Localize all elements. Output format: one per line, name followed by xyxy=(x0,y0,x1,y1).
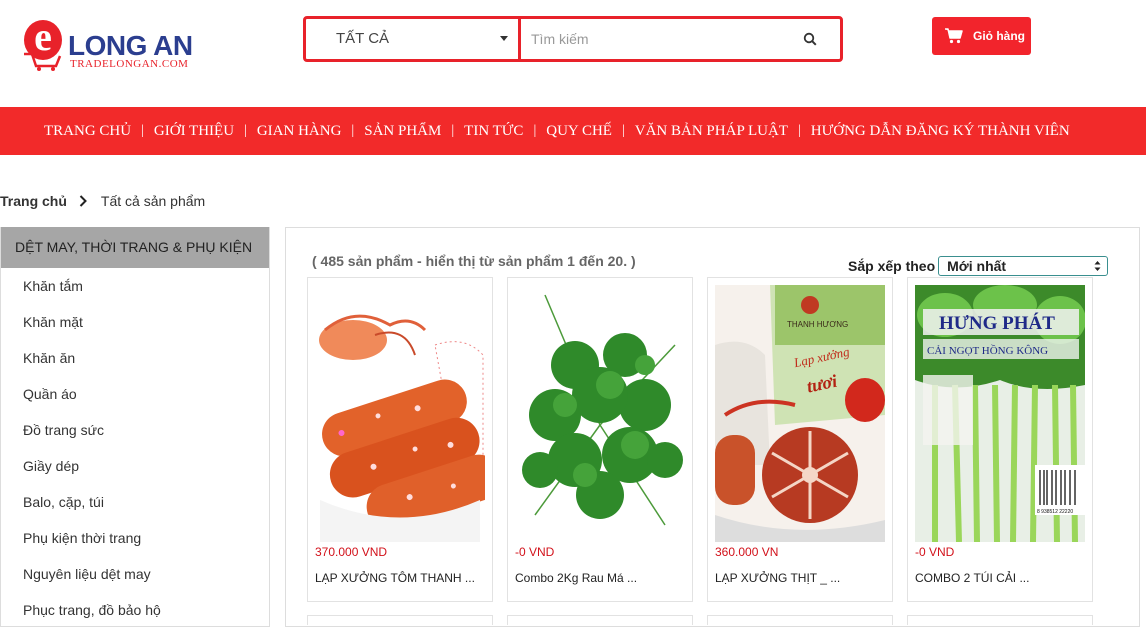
product-price: 360.000 VN xyxy=(715,545,779,559)
product-image-sausage-shrimp[interactable] xyxy=(315,285,485,542)
sidebar-item-bath-towels[interactable]: Khăn tắm xyxy=(1,268,269,304)
sidebar-item-shoes[interactable]: Giầy dép xyxy=(1,448,269,484)
logo-cart-icon xyxy=(24,52,62,71)
barcode-number-text: 8 938512 22220 xyxy=(1037,509,1073,515)
pack-brand-text: THANH HƯƠNG xyxy=(787,320,848,329)
product-card[interactable]: HƯNG PHÁT CẢI NGỌT HỒNG KÔNG 8 938512 22… xyxy=(907,277,1093,602)
product-name[interactable]: LẠP XƯỞNG THỊT _ ... xyxy=(715,571,840,585)
nav-separator: | xyxy=(533,123,537,138)
nav-item-registration-guide[interactable]: HƯỚNG DẪN ĐĂNG KÝ THÀNH VIÊN xyxy=(811,123,1070,140)
nav-item-home[interactable]: TRANG CHỦ xyxy=(44,123,131,140)
search-category-value: TẤT CẢ xyxy=(336,30,390,47)
breadcrumb-current: Tất cả sản phẩm xyxy=(100,193,206,209)
product-name[interactable]: COMBO 2 TÚI CẢI ... xyxy=(915,571,1029,585)
select-arrows-icon xyxy=(1094,261,1101,271)
product-card-partial[interactable] xyxy=(507,615,693,625)
nav-separator: | xyxy=(451,123,455,138)
search-icon xyxy=(803,32,817,46)
product-price: -0 VND xyxy=(915,545,955,559)
sidebar-item-napkins[interactable]: Khăn ăn xyxy=(1,340,269,376)
sausage-image-icon xyxy=(315,285,485,542)
sidebar-item-jewelry[interactable]: Đồ trang sức xyxy=(1,412,269,448)
category-sidebar: DỆT MAY, THỜI TRANG & PHỤ KIỆN Khăn tắm … xyxy=(0,227,270,627)
nav-separator: | xyxy=(621,123,625,138)
product-image-sausage-pack[interactable]: THANH HƯƠNG Lạp xưởng tươi xyxy=(715,285,885,542)
nav-separator: | xyxy=(351,123,355,138)
nav-item-news[interactable]: TIN TỨC xyxy=(464,123,523,140)
cart-button[interactable]: Giỏ hàng xyxy=(932,17,1031,55)
nav-item-stores[interactable]: GIAN HÀNG xyxy=(257,123,342,140)
sidebar-item-textile-materials[interactable]: Nguyên liệu dệt may xyxy=(1,556,269,592)
breadcrumb-home[interactable]: Trang chủ xyxy=(0,193,67,209)
bag-product-text: CẢI NGỌT HỒNG KÔNG xyxy=(927,344,1048,357)
site-header: e LONG AN TRADELONGAN.COM TẤT CẢ Giỏ hàn… xyxy=(0,0,1146,107)
product-card[interactable]: 370.000 VND LẠP XƯỞNG TÔM THANH ... xyxy=(307,277,493,602)
search-input[interactable] xyxy=(521,19,780,59)
chevron-right-icon xyxy=(79,195,87,207)
sort-control: Sắp xếp theo Mới nhất xyxy=(848,256,1109,276)
caret-down-icon xyxy=(500,36,508,41)
site-logo[interactable]: e LONG AN TRADELONGAN.COM xyxy=(22,17,202,72)
search-bar: TẤT CẢ xyxy=(303,16,843,62)
product-card[interactable]: THANH HƯƠNG Lạp xưởng tươi 360.000 VN LẠ… xyxy=(707,277,893,602)
sort-label: Sắp xếp theo xyxy=(848,258,936,274)
nav-item-regulations[interactable]: QUY CHẾ xyxy=(546,123,612,140)
nav-item-products[interactable]: SẢN PHẨM xyxy=(364,123,441,140)
product-card-partial[interactable] xyxy=(907,615,1093,625)
product-name[interactable]: Combo 2Kg Rau Má ... xyxy=(515,571,637,585)
bag-brand-text: HƯNG PHÁT xyxy=(939,312,1055,334)
product-price: 370.000 VND xyxy=(315,545,388,559)
sort-value: Mới nhất xyxy=(947,258,1007,274)
sidebar-item-fashion-accessories[interactable]: Phụ kiện thời trang xyxy=(1,520,269,556)
result-count: ( 485 sản phẩm - hiển thị từ sản phẩm 1 … xyxy=(312,253,636,269)
product-card-partial[interactable] xyxy=(707,615,893,625)
greens-image-icon xyxy=(515,285,685,542)
search-button[interactable] xyxy=(780,19,840,59)
product-card-partial[interactable] xyxy=(307,615,493,625)
product-listing: ( 485 sản phẩm - hiển thị từ sản phẩm 1 … xyxy=(285,227,1140,627)
sidebar-list: Khăn tắm Khăn mặt Khăn ăn Quần áo Đồ tra… xyxy=(1,268,269,628)
sort-select[interactable]: Mới nhất xyxy=(938,256,1109,276)
nav-separator: | xyxy=(797,123,801,138)
product-name[interactable]: LẠP XƯỞNG TÔM THANH ... xyxy=(315,571,475,585)
product-image-pennywort-greens[interactable] xyxy=(515,285,685,542)
sausage-pack-image-icon: THANH HƯƠNG Lạp xưởng tươi xyxy=(715,285,885,542)
product-card[interactable]: -0 VND Combo 2Kg Rau Má ... xyxy=(507,277,693,602)
breadcrumb: Trang chủ Tất cả sản phẩm xyxy=(0,192,205,210)
choy-sum-image-icon: HƯNG PHÁT CẢI NGỌT HỒNG KÔNG 8 938512 22… xyxy=(915,285,1085,542)
product-image-choy-sum-bag[interactable]: HƯNG PHÁT CẢI NGỌT HỒNG KÔNG 8 938512 22… xyxy=(915,285,1085,542)
nav-item-legal-documents[interactable]: VĂN BẢN PHÁP LUẬT xyxy=(635,123,788,140)
shopping-cart-icon xyxy=(945,28,963,44)
nav-separator: | xyxy=(244,123,247,138)
sidebar-item-protective-wear[interactable]: Phục trang, đồ bảo hộ xyxy=(1,592,269,628)
logo-subtitle: TRADELONGAN.COM xyxy=(70,58,189,70)
main-nav: TRANG CHỦ | GIỚI THIỆU | GIAN HÀNG | SẢN… xyxy=(0,107,1146,155)
product-price: -0 VND xyxy=(515,545,555,559)
sidebar-item-face-towels[interactable]: Khăn mặt xyxy=(1,304,269,340)
cart-label: Giỏ hàng xyxy=(973,29,1025,43)
nav-separator: | xyxy=(141,123,144,138)
nav-item-about[interactable]: GIỚI THIỆU xyxy=(154,123,234,140)
sidebar-item-bags[interactable]: Balo, cặp, túi xyxy=(1,484,269,520)
sidebar-item-clothes[interactable]: Quần áo xyxy=(1,376,269,412)
search-category-select[interactable]: TẤT CẢ xyxy=(306,19,521,59)
sidebar-category-heading[interactable]: DỆT MAY, THỜI TRANG & PHỤ KIỆN xyxy=(1,227,269,268)
